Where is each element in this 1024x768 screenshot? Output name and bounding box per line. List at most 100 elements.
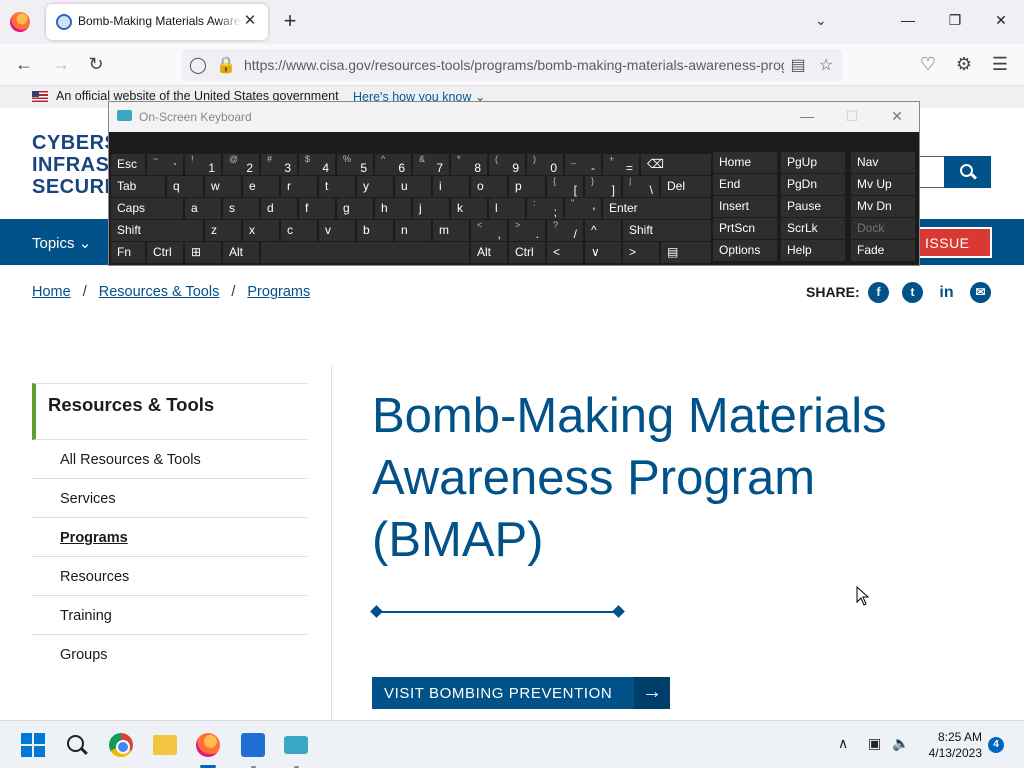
osk-key[interactable]: u xyxy=(395,176,431,197)
osk-key[interactable]: Caps xyxy=(111,198,183,219)
osk-key[interactable]: q xyxy=(167,176,203,197)
osk-key[interactable]: Dock xyxy=(851,218,915,239)
sidebar-item-resources[interactable]: Resources xyxy=(32,557,307,596)
osk-key[interactable]: Shift xyxy=(111,220,203,241)
osk-key[interactable]: t xyxy=(319,176,355,197)
site-search-button[interactable] xyxy=(944,156,991,188)
pocket-icon[interactable]: ♡ xyxy=(917,54,939,75)
osk-key[interactable]: Nav xyxy=(851,152,915,173)
sidebar-item-services[interactable]: Services xyxy=(32,479,307,518)
osk-key[interactable]: ⌫ xyxy=(641,154,711,175)
osk-key[interactable]: PgUp xyxy=(781,152,845,173)
osk-key[interactable]: h xyxy=(375,198,411,219)
file-explorer-icon[interactable] xyxy=(153,735,177,755)
osk-key[interactable]: r xyxy=(281,176,317,197)
osk-key[interactable]: Mv Up xyxy=(851,174,915,195)
osk-close-icon[interactable]: ✕ xyxy=(887,108,907,125)
tracking-shield-icon[interactable]: ◯ xyxy=(188,55,208,75)
osk-key[interactable]: Help xyxy=(781,240,845,261)
sidebar-heading[interactable]: Resources & Tools xyxy=(32,383,307,440)
osk-key[interactable]: PgDn xyxy=(781,174,845,195)
extensions-icon[interactable]: ⚙ xyxy=(953,54,975,75)
osk-key[interactable]: Insert xyxy=(713,196,777,217)
bookmark-star-icon[interactable]: ☆ xyxy=(816,55,836,75)
osk-key[interactable]: Esc xyxy=(111,154,145,175)
osk-key[interactable]: Pause xyxy=(781,196,845,217)
osk-minimize-icon[interactable]: — xyxy=(797,108,817,124)
sidebar-item-training[interactable]: Training xyxy=(32,596,307,635)
osk-key[interactable]: y xyxy=(357,176,393,197)
list-all-tabs-icon[interactable]: ⌄ xyxy=(815,12,827,29)
volume-icon[interactable]: 🔈 xyxy=(892,735,909,752)
osk-key[interactable]: p xyxy=(509,176,545,197)
osk-key[interactable]: n xyxy=(395,220,431,241)
breadcrumb-programs[interactable]: Programs xyxy=(247,284,310,300)
lock-icon[interactable]: 🔒 xyxy=(216,55,236,75)
osk-key[interactable]: ~ ` xyxy=(147,154,183,175)
reader-view-icon[interactable]: ▤ xyxy=(788,55,808,75)
osk-key[interactable]: #3 xyxy=(261,154,297,175)
breadcrumb-home[interactable]: Home xyxy=(32,284,71,300)
osk-key[interactable]: d xyxy=(261,198,297,219)
osk-key[interactable]: m xyxy=(433,220,469,241)
osk-key[interactable]: % 5 xyxy=(337,154,373,175)
topics-menu-button[interactable]: Topics ⌄ xyxy=(32,234,91,252)
osk-key[interactable]: ▤ xyxy=(661,242,711,263)
osk-key[interactable]: " ' xyxy=(565,198,601,219)
osk-key[interactable]: >. xyxy=(509,220,545,241)
osk-key[interactable]: b xyxy=(357,220,393,241)
osk-key[interactable]: o xyxy=(471,176,507,197)
osk-key[interactable]: w xyxy=(205,176,241,197)
osk-key[interactable]: Ctrl xyxy=(147,242,183,263)
osk-key[interactable]: | \ xyxy=(623,176,659,197)
osk-key[interactable]: PrtScn xyxy=(713,218,777,239)
osk-key[interactable]: i xyxy=(433,176,469,197)
facebook-icon[interactable]: f xyxy=(868,282,889,303)
osk-key[interactable]: ^ xyxy=(585,220,621,241)
osk-key[interactable]: Fade xyxy=(851,240,915,261)
restore-icon[interactable]: ❐ xyxy=(945,12,965,29)
osk-key[interactable]: v xyxy=(319,220,355,241)
osk-key[interactable]: g xyxy=(337,198,373,219)
notification-badge[interactable]: 4 xyxy=(988,737,1004,753)
osk-key[interactable]: Alt xyxy=(223,242,259,263)
osk-key[interactable]: f xyxy=(299,198,335,219)
linkedin-icon[interactable]: in xyxy=(936,282,957,303)
osk-key[interactable]: + = xyxy=(603,154,639,175)
show-hidden-icons-chevron-icon[interactable]: ∧ xyxy=(838,735,848,752)
osk-key[interactable]: & 7 xyxy=(413,154,449,175)
firefox-menu-icon[interactable] xyxy=(10,12,30,32)
osk-key[interactable]: Tab xyxy=(111,176,165,197)
osk-key[interactable]: Mv Dn xyxy=(851,196,915,217)
osk-key[interactable]: Shift xyxy=(623,220,711,241)
osk-maximize-icon[interactable]: ☐ xyxy=(842,108,862,125)
osk-key[interactable]: e xyxy=(243,176,279,197)
osk-key[interactable]: Options xyxy=(713,240,777,261)
osk-key[interactable]: _ - xyxy=(565,154,601,175)
osk-key[interactable]: ^ 6 xyxy=(375,154,411,175)
window-close-icon[interactable]: ✕ xyxy=(991,12,1011,29)
twitter-icon[interactable]: t xyxy=(902,282,923,303)
reload-icon[interactable]: ↻ xyxy=(85,54,107,75)
back-icon[interactable]: ← xyxy=(13,54,35,75)
forward-icon[interactable]: → xyxy=(50,54,72,75)
sidebar-item-all-resources[interactable]: All Resources & Tools xyxy=(32,440,307,479)
chrome-icon[interactable] xyxy=(109,733,133,757)
osk-key[interactable]: }] xyxy=(585,176,621,197)
osk-taskbar-icon[interactable] xyxy=(284,736,308,754)
firefox-taskbar-icon[interactable] xyxy=(196,733,220,757)
osk-key[interactable]: End xyxy=(713,174,777,195)
osk-key[interactable]: Home xyxy=(713,152,777,173)
new-tab-button[interactable]: + xyxy=(280,9,300,33)
osk-key[interactable] xyxy=(261,242,469,263)
tab-close-icon[interactable]: ✕ xyxy=(240,11,260,29)
osk-key[interactable]: ScrLk xyxy=(781,218,845,239)
minimize-icon[interactable]: — xyxy=(898,12,918,28)
osk-key[interactable]: ? / xyxy=(547,220,583,241)
osk-key[interactable]: * 8 xyxy=(451,154,487,175)
breadcrumb-resources-tools[interactable]: Resources & Tools xyxy=(99,284,220,300)
visit-bombing-prevention-button[interactable]: VISIT BOMBING PREVENTION → xyxy=(372,677,670,709)
osk-key[interactable]: s xyxy=(223,198,259,219)
osk-key[interactable]: z xyxy=(205,220,241,241)
osk-key[interactable]: > xyxy=(623,242,659,263)
